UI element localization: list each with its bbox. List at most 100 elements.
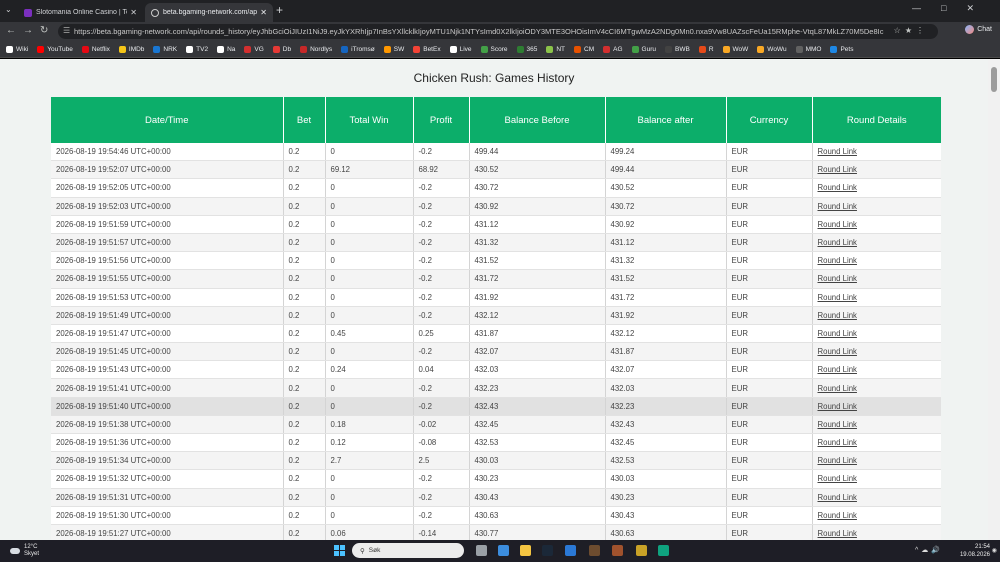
round-link[interactable]: Round Link [818,474,857,483]
round-link[interactable]: Round Link [818,347,857,356]
bookmark-item[interactable]: Nordlys [300,45,332,53]
bookmark-item[interactable]: WoWu [757,45,787,53]
round-link[interactable]: Round Link [818,274,857,283]
round-link[interactable]: Round Link [818,293,857,302]
bookmark-item[interactable]: WoW [722,45,748,53]
vertical-scrollbar[interactable] [988,59,1000,540]
clock-date: 19.08.2026 [959,552,990,558]
round-link[interactable]: Round Link [818,220,857,229]
mail-icon[interactable] [565,545,576,556]
table-cell: 2026-08-19 19:51:34 UTC+00:00 [51,451,283,471]
round-link[interactable]: Round Link [818,420,857,429]
bookmark-favicon-icon [244,45,252,53]
round-link[interactable]: Round Link [818,147,857,156]
toolbar-actions-icons[interactable]: ☆★⋮ [894,26,928,35]
new-tab-icon[interactable]: + [276,3,283,17]
close-tab-icon[interactable]: ✕ [260,8,267,17]
bookmark-item[interactable]: BetEx [413,45,441,53]
round-link[interactable]: Round Link [818,256,857,265]
table-row: 2026-08-19 19:51:49 UTC+00:00 0.2 0 -0.2 432… [51,306,941,325]
bookmark-label: TV2 [196,45,209,53]
wow-launcher-icon[interactable] [636,545,647,556]
steam-icon[interactable] [542,545,553,556]
scrollbar-thumb[interactable] [991,67,997,92]
clock-time: 21:54 [974,544,990,550]
clock[interactable]: 21:54 19.08.2026 [960,543,990,559]
bookmark-label: BetEx [423,45,441,53]
reload-icon[interactable]: ↻ [40,25,48,36]
round-link[interactable]: Round Link [818,438,857,447]
system-tray-icons[interactable]: ^☁🔊 [915,546,943,554]
bookmark-item[interactable]: YouTube [37,45,73,53]
notification-icon[interactable]: ◉ [992,547,997,554]
taskbar-search[interactable]: ⚲ Søk [352,543,464,558]
table-row: 2026-08-19 19:52:07 UTC+00:00 0.2 69.12 68.… [51,160,941,180]
round-link[interactable]: Round Link [818,329,857,338]
bookmark-item[interactable]: CM [574,45,594,53]
table-row: 2026-08-19 19:54:46 UTC+00:00 0.2 0 -0.2 499… [51,143,941,162]
file-explorer-icon[interactable] [520,545,531,556]
bookmark-item[interactable]: IMDb [118,45,144,53]
slotomania-favicon-icon [24,8,32,17]
bookmark-item[interactable]: Db [272,45,291,53]
table-cell: 0.2 [282,524,325,540]
bookmark-item[interactable]: Score [480,45,508,53]
bookmark-item[interactable]: Na [217,45,235,53]
back-icon[interactable]: ← [6,25,16,36]
window-controls[interactable]: —□✕ [912,3,994,14]
table-cell: 430.52 [468,160,605,180]
close-tab-icon[interactable]: ✕ [130,8,137,17]
games-history-table: Date/Time Bet Total Win Profit Balance Befor… [51,97,941,540]
bookmark-item[interactable]: 365 [516,45,537,53]
round-link[interactable]: Round Link [818,202,857,211]
bookmark-item[interactable]: VG [244,45,264,53]
page-viewport: Chicken Rush: Games History Date/Time Bet… [0,59,988,540]
round-link[interactable]: Round Link [818,311,857,320]
address-bar[interactable]: ☰ https://beta.bgaming-network.com/api/r… [58,24,938,39]
round-link[interactable]: Round Link [818,384,857,393]
wow-icon[interactable] [612,545,623,556]
tab-search-icon[interactable]: ⌄ [5,5,12,14]
bookmark-item[interactable]: Guru [631,45,656,53]
tab-slotomania[interactable]: Slotomania Online Casino | Top Slo ✕ [18,3,143,22]
bookmark-item[interactable]: BWB [665,45,690,53]
edge-icon[interactable] [658,545,669,556]
table-cell: EUR [725,397,812,416]
bookmark-item[interactable]: MMO [795,45,821,53]
round-link[interactable]: Round Link [818,511,857,520]
widgets-icon[interactable] [498,545,509,556]
table-cell: 431.87 [468,324,605,344]
bookmark-item[interactable]: Netflix [81,45,110,53]
bookmark-item[interactable]: AG [603,45,623,53]
bookmark-item[interactable]: R [698,45,714,53]
chat-button[interactable]: Chat [965,25,992,34]
round-link[interactable]: Round Link [818,238,857,247]
round-link[interactable]: Round Link [818,529,857,538]
round-details-cell: Round Link [811,143,941,162]
bookmark-item[interactable]: iTromsø [341,45,375,53]
round-link[interactable]: Round Link [818,456,857,465]
round-link[interactable]: Round Link [818,493,857,502]
site-info-icon[interactable]: ☰ [63,26,70,35]
round-link[interactable]: Round Link [818,183,857,192]
bookmark-item[interactable]: Live [449,45,472,53]
bookmark-item[interactable]: Pets [830,45,853,53]
bookmark-item[interactable]: NT [546,45,565,53]
round-link[interactable]: Round Link [818,365,857,374]
game-icon[interactable] [589,545,600,556]
table-cell: 0.2 [282,360,325,380]
bookmark-item[interactable]: NRK [153,45,177,53]
round-link[interactable]: Round Link [818,402,857,411]
weather-widget[interactable]: 12°C Skyet [10,544,39,558]
forward-icon[interactable]: → [23,25,33,36]
windows-start-icon[interactable] [334,545,345,556]
bookmark-item[interactable]: TV2 [186,45,209,53]
table-cell: -0.2 [412,488,469,507]
table-cell: -0.2 [412,251,469,271]
bookmark-item[interactable]: Wiki [6,45,28,53]
bookmark-item[interactable]: SW [383,45,404,53]
tab-rounds-history[interactable]: beta.bgaming-network.com/api/ro ✕ [145,3,273,22]
round-link[interactable]: Round Link [818,165,857,174]
task-view-icon[interactable] [476,545,487,556]
bookmark-favicon-icon [603,45,611,53]
